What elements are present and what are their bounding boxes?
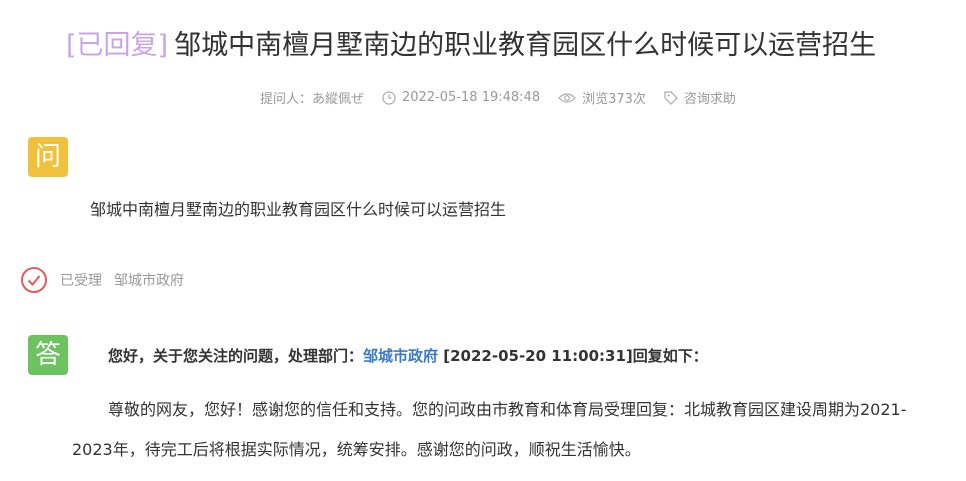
- department-link[interactable]: 邹城市政府: [363, 347, 438, 365]
- clock-icon: [382, 90, 396, 105]
- category-info: 咨询求助: [664, 88, 736, 107]
- answer-body: 尊敬的网友，您好！感谢您的信任和支持。您的问政由市教育和体育局受理回复：北城教育…: [72, 400, 907, 459]
- answer-badge: 答: [28, 335, 68, 375]
- tag-icon: [664, 90, 678, 105]
- view-count: 浏览373次: [582, 92, 646, 107]
- views-info: 浏览373次: [558, 88, 646, 107]
- question-text: 邹城中南檀月墅南边的职业教育园区什么时候可以运营招生: [90, 200, 507, 219]
- status-department: 邹城市政府: [114, 273, 184, 289]
- answer-header-prefix: 您好，关于您关注的问题，处理部门：: [108, 347, 364, 365]
- asker-info: 提问人：あ縱佩ぜ: [260, 88, 364, 107]
- title-text: 邹城中南檀月墅南边的职业教育园区什么时候可以运营招生: [174, 30, 877, 61]
- eye-icon: [558, 92, 576, 103]
- category-label: 咨询求助: [683, 92, 736, 107]
- answer-header-suffix: [2022-05-20 11:00:31]回复如下：: [438, 347, 708, 365]
- page-title: [已回复] 邹城中南檀月墅南边的职业教育园区什么时候可以运营招生: [66, 28, 876, 64]
- asker-label: 提问人：あ縱佩ぜ: [260, 92, 365, 107]
- time-info: 2022-05-18 19:48:48: [382, 90, 540, 105]
- status-row: 已受理 邹城市政府: [20, 266, 184, 294]
- status-label: 已受理: [60, 273, 102, 289]
- post-time: 2022-05-18 19:48:48: [402, 90, 541, 105]
- answer-header: 您好，关于您关注的问题，处理部门：邹城市政府 [2022-05-20 11:00…: [108, 345, 708, 366]
- meta-bar: 提问人：あ縱佩ぜ 2022-05-18 19:48:48 浏览373次 咨询求助: [260, 88, 754, 107]
- question-badge: 问: [28, 137, 68, 177]
- check-circle-icon: [21, 267, 47, 293]
- reply-status-tag: [已回复]: [66, 30, 169, 61]
